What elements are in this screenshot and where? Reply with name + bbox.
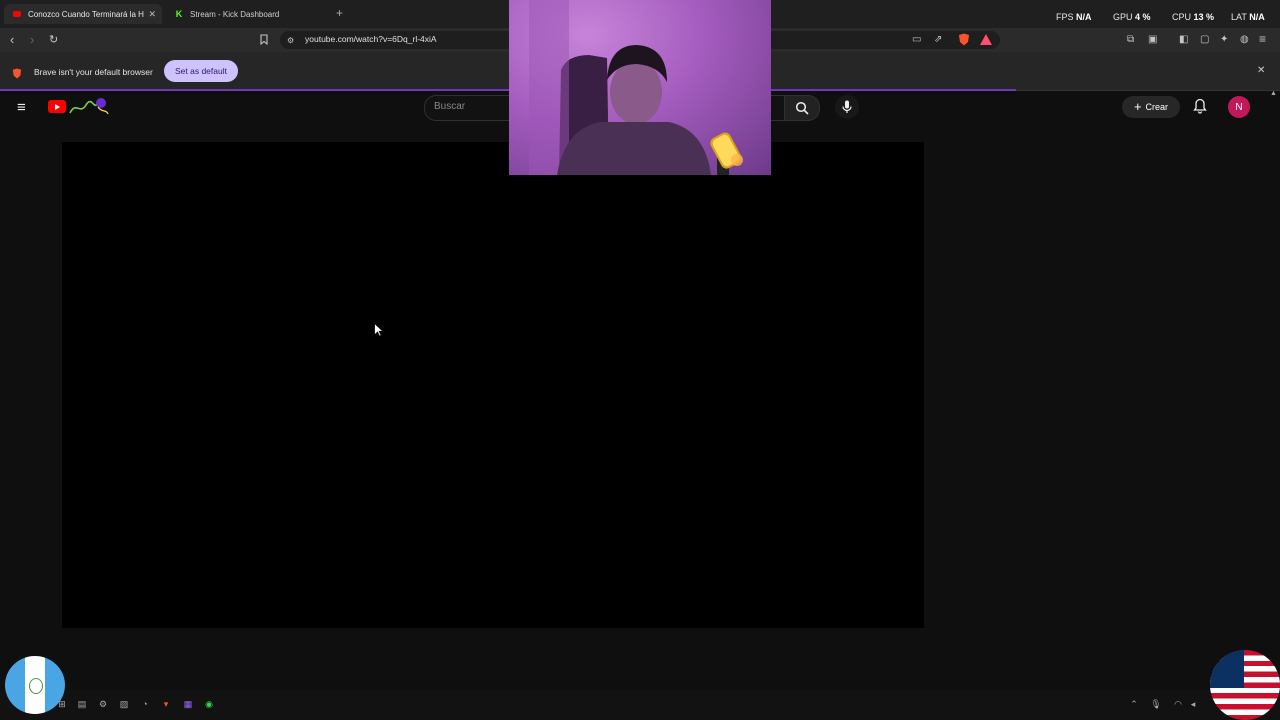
tab-youtube[interactable]: Conozco Cuando Terminará la H ✕ — [4, 4, 162, 24]
url-text: youtube.com/watch?v=6Dq_rl-4xiA — [305, 34, 437, 44]
photos-icon[interactable]: ▨ — [118, 698, 130, 710]
usa-flag — [1210, 650, 1280, 720]
youtube-logo[interactable] — [48, 100, 66, 113]
microphone-icon — [842, 100, 852, 113]
infobar-message: Brave isn't your default browser — [34, 67, 153, 77]
search-input[interactable]: Buscar — [434, 101, 465, 112]
vpn-icon[interactable]: ◍ — [1240, 34, 1249, 46]
brave-taskbar-icon[interactable]: ▾ — [160, 698, 172, 710]
obs-icon[interactable]: ▦ — [182, 698, 194, 710]
infobar-close-icon[interactable]: ✕ — [1257, 65, 1265, 76]
search-button[interactable] — [784, 95, 820, 121]
bookmark-icon[interactable] — [259, 34, 269, 49]
mouse-cursor — [374, 322, 385, 342]
wifi-icon[interactable]: ◠ — [1172, 698, 1184, 710]
chrome-icon[interactable]: ◉ — [203, 698, 215, 710]
plus-icon: + — [1133, 99, 1142, 114]
close-tab-icon[interactable]: ✕ — [148, 9, 156, 20]
stat-cpu: CPU 13 % — [1172, 12, 1215, 22]
steam-icon[interactable]: ◔ — [139, 698, 151, 710]
speaker-icon[interactable]: ◂ — [1187, 698, 1199, 710]
extensions-icon[interactable]: ⧉ — [1127, 34, 1134, 46]
new-tab-button[interactable]: + — [336, 6, 343, 20]
loading-bar — [0, 89, 1016, 91]
reload-icon[interactable]: ↻ — [49, 32, 58, 48]
sidebar-icon[interactable]: ◧ — [1179, 34, 1188, 46]
wallet-icon[interactable]: ▣ — [1148, 34, 1157, 46]
guatemala-flag — [5, 656, 65, 714]
back-icon[interactable]: ‹ — [10, 32, 14, 48]
brave-shields-icon[interactable] — [958, 33, 970, 50]
tab-title: Conozco Cuando Terminará la H — [28, 9, 144, 19]
leo-ai-icon[interactable]: ✦ — [1220, 34, 1228, 46]
create-button[interactable]: + Crear — [1122, 96, 1180, 118]
brave-logo-icon — [12, 66, 22, 84]
menu-icon[interactable]: ≡ — [1259, 33, 1266, 45]
stat-lat: LAT N/A — [1231, 12, 1265, 22]
screenshot-icon[interactable]: ▢ — [1200, 34, 1209, 46]
notifications-icon[interactable] — [1193, 98, 1207, 119]
voice-search-button[interactable] — [835, 95, 859, 119]
create-label: Crear — [1145, 102, 1169, 112]
webcam-overlay — [509, 0, 771, 175]
stat-gpu: GPU 4 % — [1113, 12, 1151, 22]
video-player[interactable] — [62, 142, 924, 628]
tray-expand-icon[interactable]: ⌃ — [1128, 698, 1140, 710]
brave-rewards-icon[interactable] — [980, 34, 992, 49]
stat-fps: FPS N/A — [1056, 12, 1092, 22]
doodle-icon[interactable] — [68, 97, 110, 122]
file-explorer-icon[interactable]: ▤ — [76, 698, 88, 710]
cast-icon[interactable]: ▭ — [912, 34, 921, 46]
avatar[interactable]: N — [1228, 96, 1250, 118]
tab-title: Stream - Kick Dashboard — [190, 9, 280, 19]
hamburger-menu-icon[interactable]: ≡ — [17, 99, 26, 116]
share-icon[interactable]: ⇗ — [934, 34, 942, 46]
settings-icon[interactable]: ⚙ — [97, 698, 109, 710]
tray-mic-icon[interactable]: 🎙 — [1150, 698, 1162, 710]
set-default-button[interactable]: Set as default — [164, 60, 238, 82]
youtube-icon — [12, 9, 22, 19]
kick-icon: K — [175, 9, 183, 19]
tab-kick-dashboard[interactable]: K Stream - Kick Dashboard — [166, 4, 326, 24]
webcam-image — [529, 0, 743, 175]
forward-icon[interactable]: › — [30, 32, 34, 48]
search-icon — [795, 101, 809, 115]
scroll-up-arrow-icon[interactable]: ▲ — [1270, 90, 1277, 97]
site-info-icon[interactable]: ⚙ — [287, 35, 294, 47]
